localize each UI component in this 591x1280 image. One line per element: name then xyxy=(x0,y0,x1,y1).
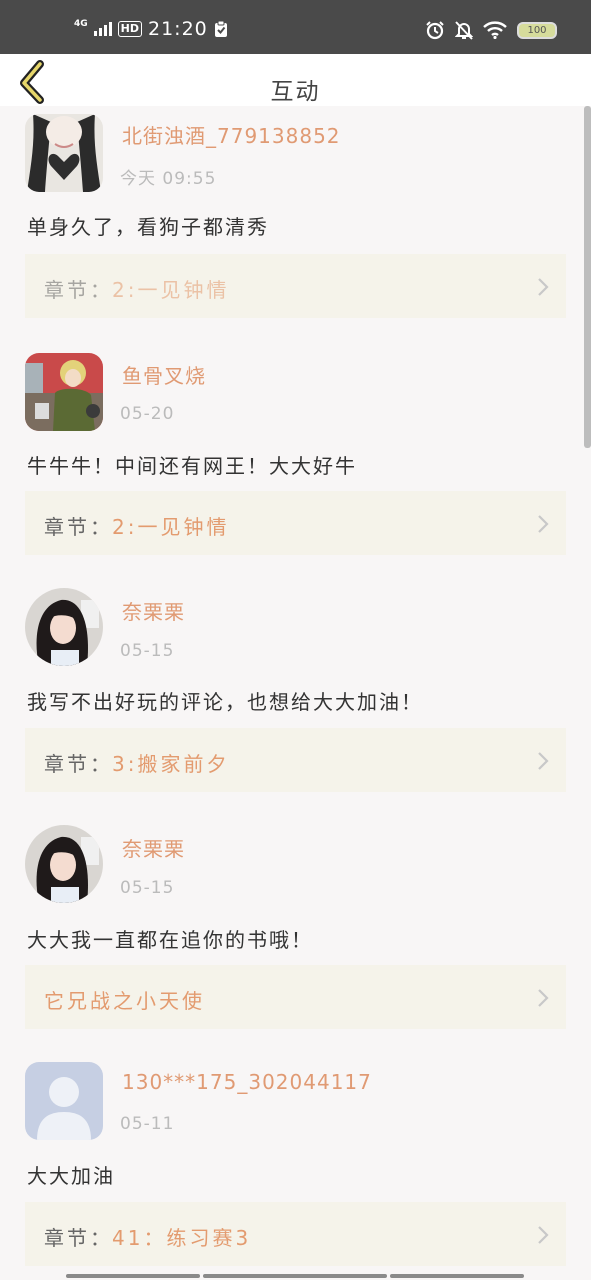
username[interactable]: 鱼骨叉烧 xyxy=(122,360,206,389)
alarm-icon xyxy=(426,21,444,40)
comment-date: 05-15 xyxy=(120,641,175,661)
chapter-name: 2:一见钟情 xyxy=(112,278,230,302)
username[interactable]: 奈栗栗 xyxy=(122,833,185,862)
chapter-link[interactable]: 章节： 3:搬家前夕 xyxy=(25,728,566,792)
network-type: 4G xyxy=(74,19,88,29)
comment-item: 鱼骨叉烧 05-20 牛牛牛！中间还有网王！大大好牛 章节： 2:一见钟情 xyxy=(0,346,591,566)
chevron-right-icon xyxy=(538,278,549,296)
username[interactable]: 北街浊酒_779138852 xyxy=(122,120,341,149)
chapter-name: 它兄战之小天使 xyxy=(44,989,205,1013)
chapter-prefix: 章节： xyxy=(44,1226,113,1250)
avatar[interactable] xyxy=(25,353,103,431)
chapter-name: 41：练习赛3 xyxy=(112,1226,252,1250)
hd-badge: HD xyxy=(117,21,142,37)
gesture-bar[interactable] xyxy=(390,1274,524,1278)
chapter-link[interactable]: 章节： 2:一见钟情 xyxy=(25,491,566,555)
comment-item: 北街浊酒_779138852 今天 09:55 单身久了，看狗子都清秀 章节： … xyxy=(0,106,591,326)
chapter-link[interactable]: 它兄战之小天使 xyxy=(25,965,566,1029)
comment-item: 130***175_302044117 05-11 大大加油 章节： 41：练习… xyxy=(0,1056,591,1276)
chevron-right-icon xyxy=(538,752,549,770)
chevron-right-icon xyxy=(538,515,549,533)
clock: 21:20 xyxy=(148,18,208,40)
comment-date: 05-11 xyxy=(120,1114,175,1134)
username[interactable]: 130***175_302044117 xyxy=(122,1070,372,1094)
chapter-link[interactable]: 章节： 41：练习赛3 xyxy=(25,1202,566,1266)
comment-date: 今天 09:55 xyxy=(120,169,217,189)
chapter-prefix: 章节： xyxy=(44,752,113,776)
comment-date: 05-15 xyxy=(120,878,175,898)
comment-text: 我写不出好玩的评论，也想给大大加油！ xyxy=(27,690,423,714)
comment-item: 奈栗栗 05-15 大大我一直都在追你的书哦！ 它兄战之小天使 xyxy=(0,820,591,1040)
comment-list[interactable]: 北街浊酒_779138852 今天 09:55 单身久了，看狗子都清秀 章节： … xyxy=(0,106,591,1280)
status-bar: 4G HD 21:20 100 xyxy=(0,0,591,54)
app-header: 互动 xyxy=(0,54,591,106)
chapter-prefix: 章节： xyxy=(44,278,113,302)
comment-text: 大大我一直都在追你的书哦！ xyxy=(27,928,313,952)
username[interactable]: 奈栗栗 xyxy=(122,596,185,625)
chevron-right-icon xyxy=(538,989,549,1007)
chapter-name: 3:搬家前夕 xyxy=(112,752,230,776)
chapter-prefix: 章节： xyxy=(44,515,113,539)
comment-text: 单身久了，看狗子都清秀 xyxy=(27,215,269,239)
signal-icon xyxy=(93,22,112,36)
avatar[interactable] xyxy=(25,588,103,666)
battery-icon: 100 xyxy=(517,21,557,39)
page-title: 互动 xyxy=(270,79,321,105)
avatar[interactable] xyxy=(25,1062,103,1140)
comment-item: 奈栗栗 05-15 我写不出好玩的评论，也想给大大加油！ 章节： 3:搬家前夕 xyxy=(0,583,591,803)
comment-text: 牛牛牛！中间还有网王！大大好牛 xyxy=(27,454,357,478)
gesture-bar[interactable] xyxy=(203,1274,387,1278)
clipboard-icon xyxy=(214,20,227,37)
comment-date: 05-20 xyxy=(120,404,175,424)
avatar[interactable] xyxy=(25,114,103,192)
avatar[interactable] xyxy=(25,825,103,903)
default-avatar-icon xyxy=(25,1062,103,1140)
mute-bell-icon xyxy=(455,21,473,40)
gesture-bar[interactable] xyxy=(66,1274,200,1278)
comment-text: 大大加油 xyxy=(27,1164,115,1188)
wifi-icon xyxy=(483,21,507,39)
chapter-link[interactable]: 章节： 2:一见钟情 xyxy=(25,254,566,318)
chapter-name: 2:一见钟情 xyxy=(112,515,230,539)
chevron-right-icon xyxy=(538,1226,549,1244)
